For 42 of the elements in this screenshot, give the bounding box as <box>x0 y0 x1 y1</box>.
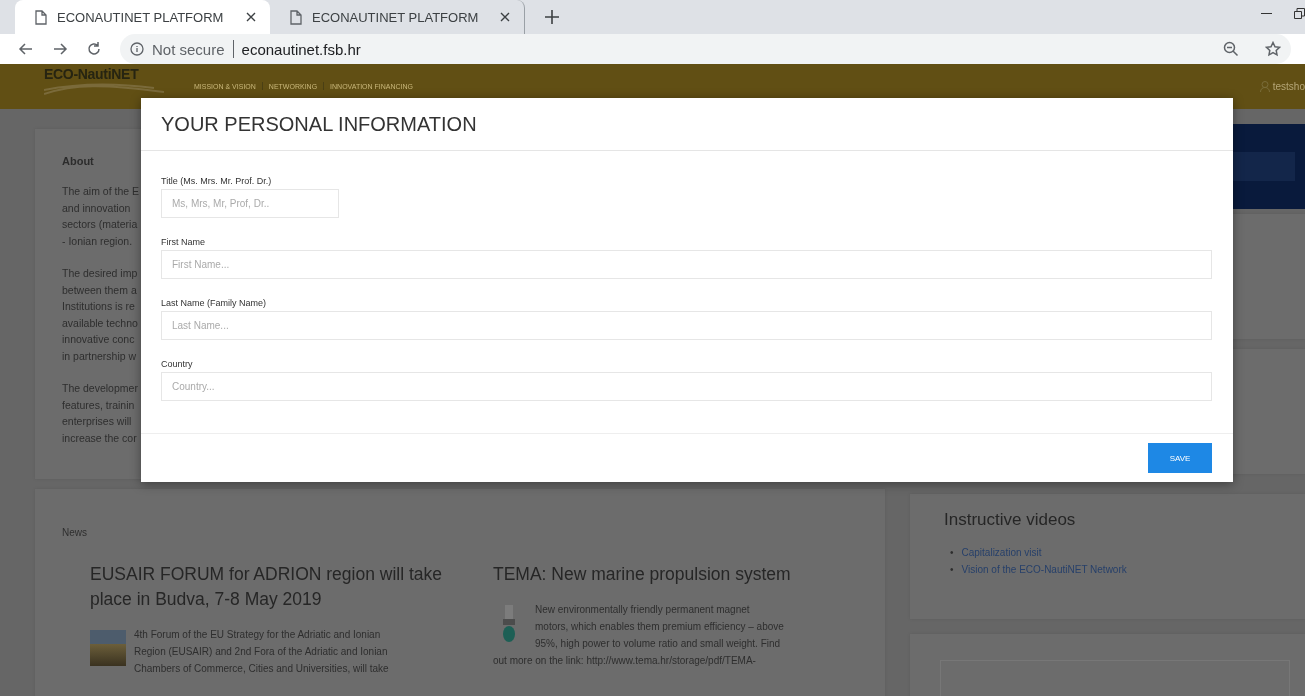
bullet: • <box>950 547 954 558</box>
reload-icon[interactable] <box>86 41 102 57</box>
security-label: Not secure <box>152 40 225 58</box>
article-title[interactable]: TEMA: New marine propulsion system <box>493 562 873 587</box>
minimize-icon[interactable] <box>1261 12 1272 15</box>
close-icon[interactable] <box>246 12 256 22</box>
save-button[interactable]: SAVE <box>1148 443 1212 473</box>
plus-icon[interactable] <box>545 10 559 24</box>
field-label: Last Name (Family Name) <box>161 298 268 308</box>
star-icon[interactable] <box>1265 41 1281 57</box>
info-icon[interactable] <box>130 42 144 56</box>
bullet: • <box>950 564 954 575</box>
video-link[interactable]: Capitalization visit <box>961 547 1042 558</box>
field-label: Country <box>161 359 194 369</box>
about-text: The developmer features, trainin enterprises will increase the cor <box>62 381 138 446</box>
field-label: First Name <box>161 237 206 247</box>
article-title[interactable]: EUSAIR FORUM for ADRION region will take place in Budva, 7-8 May 2019 <box>90 562 465 612</box>
video-link[interactable]: Vision of the ECO-NautiNET Network <box>961 564 1127 575</box>
input-field[interactable]: Country... <box>161 372 1212 401</box>
forward-icon[interactable] <box>52 41 68 57</box>
address-bar[interactable]: Not secure econautinet.fsb.hr <box>120 34 1291 64</box>
input-field[interactable]: First Name... <box>161 250 1212 279</box>
motor-icon <box>501 605 517 643</box>
input-field[interactable]: Last Name... <box>161 311 1212 340</box>
site-logo[interactable]: ECO-NautiNET <box>44 66 194 82</box>
about-heading: About <box>62 155 95 167</box>
browser-tab[interactable]: ECONAUTINET PLATFORM <box>15 0 270 34</box>
restore-icon[interactable] <box>1294 8 1305 19</box>
back-icon[interactable] <box>18 41 34 57</box>
news-heading: News <box>62 527 88 538</box>
user-name[interactable]: testsho <box>1272 81 1305 92</box>
about-text: The aim of the E and innovation sectors (materia - Ionian region. <box>62 184 140 249</box>
field-label: Title (Ms. Mrs. Mr. Prof. Dr.) <box>161 176 273 186</box>
photo-placeholder <box>90 630 126 666</box>
close-icon[interactable] <box>500 12 510 22</box>
url-text: econautinet.fsb.hr <box>241 40 361 58</box>
dialog-title: YOUR PERSONAL INFORMATION <box>161 112 477 136</box>
videos-title: Instructive videos <box>944 510 1077 530</box>
zoom-out-icon[interactable] <box>1223 41 1239 57</box>
input-field[interactable]: Ms, Mrs, Mr, Prof, Dr.. <box>161 189 339 218</box>
page-icon <box>290 9 302 25</box>
page-icon <box>35 9 47 25</box>
